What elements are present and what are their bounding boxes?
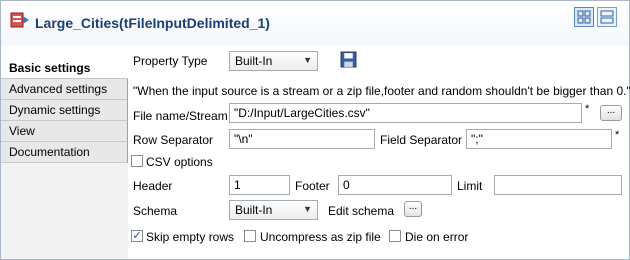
edit-schema-button[interactable]: ... bbox=[404, 201, 422, 217]
edit-schema-label: Edit schema bbox=[328, 204, 395, 218]
required-mark: * bbox=[585, 103, 590, 115]
csv-options-label: CSV options bbox=[146, 155, 213, 169]
settings-sidebar: Basic settings Advanced settings Dynamic… bbox=[1, 58, 128, 259]
list-view-icon bbox=[600, 10, 614, 24]
die-on-error-label: Die on error bbox=[405, 230, 469, 244]
file-name-label: File name/Stream bbox=[133, 109, 228, 123]
field-separator-label: Field Separator bbox=[380, 133, 463, 147]
schema-select[interactable]: Built-In ▼ bbox=[229, 200, 318, 220]
skip-empty-rows-checkbox[interactable]: ✓ bbox=[131, 230, 143, 242]
tab-advanced-settings[interactable]: Advanced settings bbox=[1, 79, 128, 100]
schema-label: Schema bbox=[133, 204, 178, 218]
footer-input[interactable] bbox=[338, 175, 452, 195]
limit-input[interactable] bbox=[494, 175, 622, 195]
property-type-label: Property Type bbox=[133, 54, 208, 68]
title-bar: Large_Cities(tFileInputDelimited_1) bbox=[1, 1, 629, 45]
list-view-button[interactable] bbox=[597, 7, 617, 27]
tab-view[interactable]: View bbox=[1, 121, 128, 142]
component-title: Large_Cities(tFileInputDelimited_1) bbox=[35, 15, 270, 31]
component-icon bbox=[10, 12, 29, 28]
skip-empty-rows-label: Skip empty rows bbox=[146, 230, 235, 244]
footer-label: Footer bbox=[295, 179, 330, 193]
field-separator-input[interactable] bbox=[466, 129, 612, 149]
component-settings-panel: Large_Cities(tFileInputDelimited_1) Basi… bbox=[0, 0, 630, 260]
uncompress-zip-label: Uncompress as zip file bbox=[260, 230, 381, 244]
property-type-select[interactable]: Built-In ▼ bbox=[229, 51, 318, 71]
schema-value: Built-In bbox=[235, 203, 273, 217]
required-mark-field-separator: * bbox=[615, 129, 620, 141]
chevron-down-icon: ▼ bbox=[303, 204, 312, 214]
tab-basic-settings[interactable]: Basic settings bbox=[1, 58, 128, 79]
browse-file-button[interactable]: ... bbox=[600, 105, 622, 121]
property-type-value: Built-In bbox=[235, 54, 273, 68]
tab-dynamic-settings[interactable]: Dynamic settings bbox=[1, 100, 128, 121]
chevron-down-icon: ▼ bbox=[303, 55, 312, 65]
csv-options-checkbox[interactable] bbox=[131, 155, 143, 167]
grid-view-icon bbox=[577, 10, 591, 24]
limit-label: Limit bbox=[457, 179, 483, 193]
save-icon[interactable] bbox=[340, 51, 357, 68]
zip-stream-note: "When the input source is a stream or a … bbox=[133, 84, 630, 98]
tab-documentation[interactable]: Documentation bbox=[1, 142, 128, 163]
uncompress-zip-checkbox[interactable] bbox=[244, 230, 256, 242]
header-input[interactable] bbox=[229, 175, 290, 195]
row-separator-input[interactable] bbox=[229, 129, 375, 149]
header-label: Header bbox=[133, 179, 173, 193]
file-name-input[interactable] bbox=[229, 103, 582, 123]
grid-view-button[interactable] bbox=[574, 7, 594, 27]
die-on-error-checkbox[interactable] bbox=[389, 230, 401, 242]
row-separator-label: Row Separator bbox=[133, 133, 214, 147]
